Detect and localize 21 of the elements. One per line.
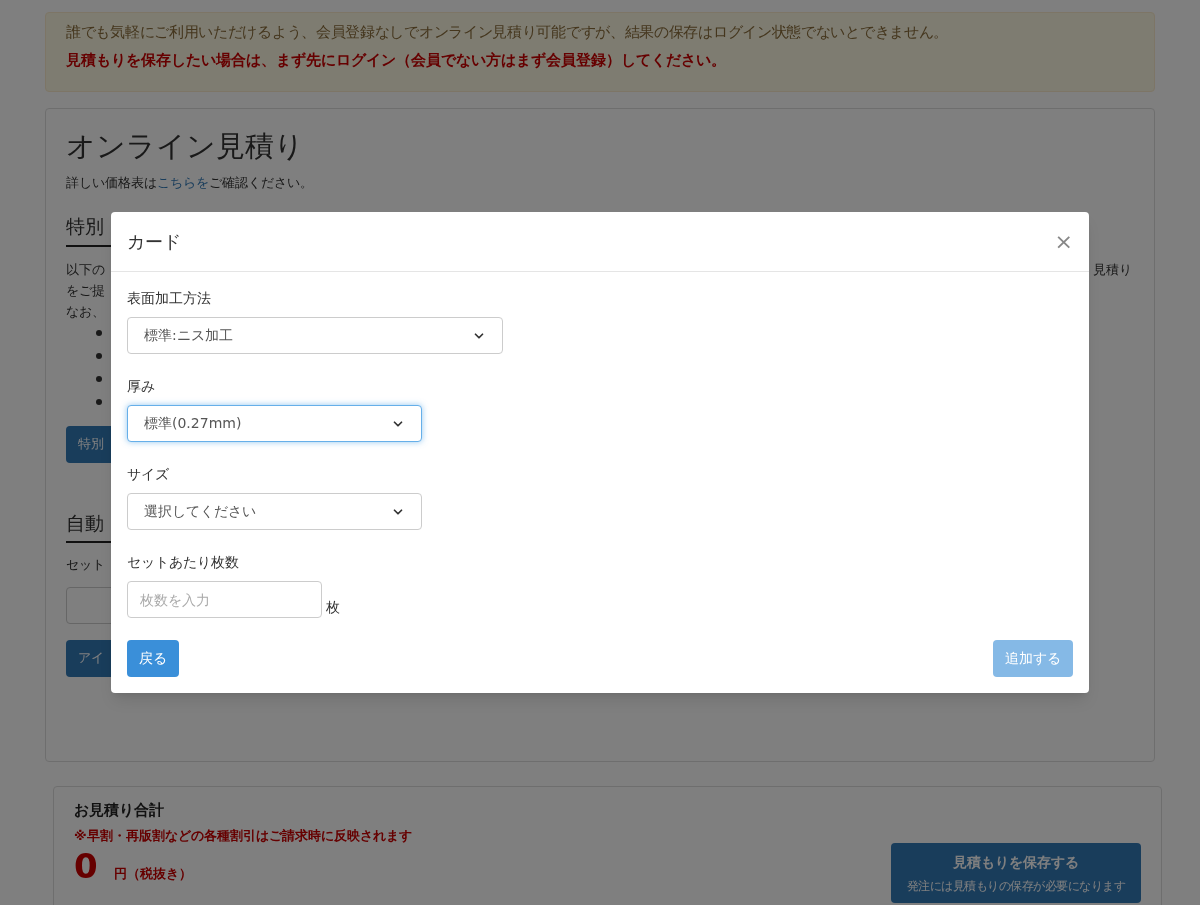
field-label: セット (66, 556, 105, 574)
discount-note: ※早割・再版割などの各種割引はご請求時に反映されます (74, 826, 412, 845)
modal-title: カード (127, 230, 181, 254)
section-heading: 自動 (66, 511, 104, 534)
notice-text: 誰でも気軽にご利用いただけるよう、会員登録なしでオンライン見積り可能ですが、結果の保存はログイン状態でないとできません。 (66, 23, 949, 42)
paragraph-text: なお、 (66, 302, 105, 321)
paragraph-text: をご提 (66, 281, 105, 300)
page-title: オンライン見積り (66, 128, 305, 165)
field-label: セットあたり枚数 (127, 553, 240, 572)
paragraph-text: 見積り (1093, 260, 1132, 279)
paragraph-text: 以下の (66, 260, 105, 279)
tax-label: 円（税抜き） (113, 864, 192, 883)
field-label: 厚み (127, 377, 156, 396)
total-title: お見積り合計 (74, 800, 165, 821)
unit-label: 枚 (326, 598, 340, 617)
field-label: サイズ (127, 465, 170, 484)
total-amount: 0 (74, 849, 98, 883)
field-label: 表面加工方法 (127, 289, 212, 308)
warning-text: 見積もりを保存したい場合は、まず先にログイン（会員でない方はまず会員登録）してください。 (66, 50, 727, 71)
section-heading: 特別 (66, 215, 104, 237)
intro-text: 詳しい価格表はこちらをご確認ください。 (66, 173, 314, 192)
